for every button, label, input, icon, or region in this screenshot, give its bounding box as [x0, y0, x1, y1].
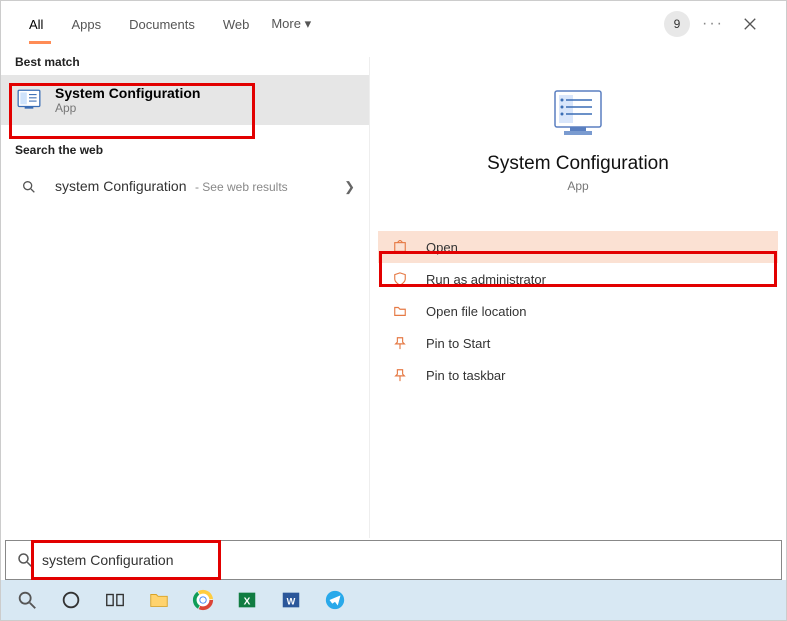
preview-subtitle: App	[567, 179, 588, 193]
preview-pane: System Configuration App Open Run as adm…	[369, 57, 786, 538]
search-icon	[15, 173, 43, 201]
taskbar-taskview[interactable]	[95, 582, 135, 618]
taskbar-file-explorer[interactable]	[139, 582, 179, 618]
search-web-header: Search the web	[1, 135, 369, 163]
search-input[interactable]	[42, 552, 771, 568]
taskbar-cortana[interactable]	[51, 582, 91, 618]
search-icon	[16, 551, 34, 569]
search-bar[interactable]	[5, 540, 782, 580]
app-large-icon	[550, 87, 606, 139]
more-options-icon[interactable]: ···	[702, 15, 724, 33]
taskbar-word[interactable]: W	[271, 582, 311, 618]
action-open[interactable]: Open	[378, 231, 778, 263]
chevron-right-icon: ❯	[344, 179, 355, 195]
app-icon	[15, 86, 43, 114]
result-title: System Configuration	[55, 85, 355, 101]
action-pin-start[interactable]: Pin to Start	[378, 327, 778, 359]
results-pane: Best match System Configuration App Sear…	[1, 47, 369, 538]
action-open-location[interactable]: Open file location	[378, 295, 778, 327]
action-pin-taskbar-label: Pin to taskbar	[426, 368, 506, 383]
folder-icon	[392, 303, 408, 319]
pin-icon	[392, 367, 408, 383]
taskbar: X W	[1, 580, 786, 620]
action-open-label: Open	[426, 240, 458, 255]
best-match-header: Best match	[1, 47, 369, 75]
action-open-location-label: Open file location	[426, 304, 526, 319]
web-result-suffix: - See web results	[195, 180, 288, 194]
result-system-configuration[interactable]: System Configuration App	[1, 75, 369, 125]
action-run-admin-label: Run as administrator	[426, 272, 546, 287]
svg-text:X: X	[244, 597, 251, 608]
taskbar-search[interactable]	[7, 582, 47, 618]
action-pin-start-label: Pin to Start	[426, 336, 490, 351]
tab-documents[interactable]: Documents	[115, 5, 209, 44]
pin-icon	[392, 335, 408, 351]
web-result-item[interactable]: system Configuration - See web results ❯	[1, 163, 369, 211]
reward-badge[interactable]: 9	[664, 11, 690, 37]
close-button[interactable]	[736, 10, 764, 38]
shield-icon	[392, 271, 408, 287]
open-icon	[392, 239, 408, 255]
action-pin-taskbar[interactable]: Pin to taskbar	[378, 359, 778, 391]
taskbar-chrome[interactable]	[183, 582, 223, 618]
search-filter-tabs: All Apps Documents Web More ▾ 9 ···	[1, 1, 786, 47]
preview-title: System Configuration	[487, 153, 669, 175]
tab-all[interactable]: All	[15, 5, 57, 44]
tab-web[interactable]: Web	[209, 5, 264, 44]
web-result-query: system Configuration	[55, 178, 187, 194]
tab-apps[interactable]: Apps	[57, 5, 115, 44]
svg-text:W: W	[287, 597, 296, 607]
taskbar-excel[interactable]: X	[227, 582, 267, 618]
taskbar-telegram[interactable]	[315, 582, 355, 618]
result-subtitle: App	[55, 101, 355, 115]
tab-more[interactable]: More ▾	[263, 4, 319, 44]
action-run-admin[interactable]: Run as administrator	[378, 263, 778, 295]
